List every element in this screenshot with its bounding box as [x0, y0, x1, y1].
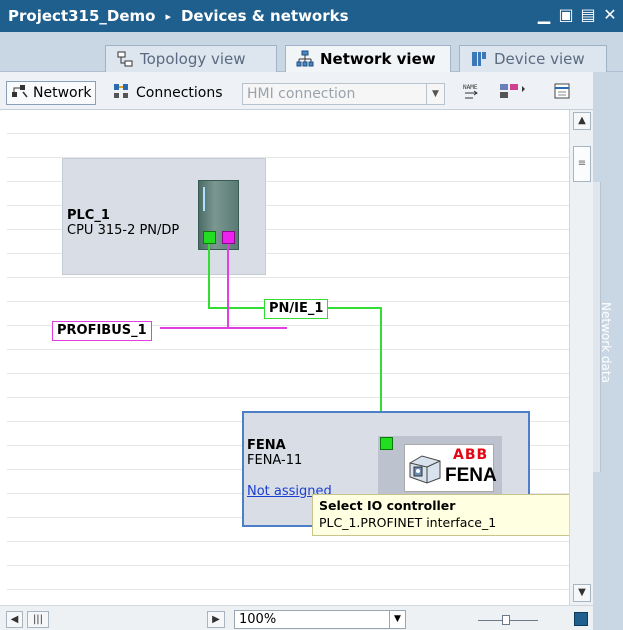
io-controller-tooltip: Select IO controller PLC_1.PROFINET inte…	[312, 494, 593, 536]
name-address-button[interactable]: NAME	[461, 81, 481, 105]
window-controls: ▁ ▣ ▤ ✕	[535, 5, 619, 25]
profinet-label[interactable]: PN/IE_1	[264, 299, 329, 319]
connection-type-select[interactable]: HMI connection ▼	[242, 83, 445, 105]
connections-label: Connections	[136, 85, 223, 101]
tab-label: Topology view	[140, 50, 246, 68]
device-icon	[470, 50, 488, 68]
network-data-label[interactable]: Network data	[599, 302, 613, 383]
svg-text:NAME: NAME	[463, 84, 478, 91]
show-address-button[interactable]	[498, 81, 528, 105]
title-bar: Project315_Demo ▸ Devices & networks ▁ ▣…	[0, 0, 623, 32]
tab-label: Device view	[494, 50, 585, 68]
project-name: Project315_Demo	[8, 7, 156, 25]
vertical-scrollbar[interactable]: ▲ ≡ ▼	[569, 110, 593, 605]
fena-logo: ABB FENA	[404, 444, 497, 492]
fena-type: FENA-11	[247, 453, 303, 468]
network-overview-icon	[498, 81, 528, 105]
tooltip-value: PLC_1.PROFINET interface_1	[319, 515, 497, 530]
zoom-chevron-down-icon[interactable]: ▼	[389, 611, 405, 628]
scroll-thumb[interactable]: ≡	[573, 146, 591, 182]
maximize-icon[interactable]: ▤	[579, 5, 597, 25]
tab-label: Network view	[320, 50, 436, 68]
toolbar: Network Connections HMI connection ▼ NAM…	[0, 72, 623, 110]
zoom-select[interactable]: 100% ▼	[234, 610, 406, 629]
connection-type-value: HMI connection	[247, 86, 356, 102]
tooltip-title: Select IO controller	[319, 498, 456, 513]
close-icon[interactable]: ✕	[601, 5, 619, 25]
network-data-panel[interactable]: Network data	[593, 72, 623, 630]
chevron-down-icon[interactable]: ▼	[426, 84, 444, 104]
network-icon	[296, 50, 314, 68]
zoom-slider-knob[interactable]	[502, 615, 510, 625]
bottom-bar: ◀ ||| ▶ 100% ▼	[0, 605, 593, 630]
canvas-margin	[0, 110, 7, 605]
fena-device-text: FENA FENA-11	[247, 438, 302, 468]
tab-topology-view[interactable]: Topology view	[105, 45, 277, 72]
float-icon[interactable]: ▣	[557, 5, 575, 25]
scroll-left-icon[interactable]: ◀	[6, 611, 23, 628]
scroll-down-icon[interactable]: ▼	[573, 584, 591, 602]
tab-device-view[interactable]: Device view	[459, 45, 607, 72]
zoom-slider[interactable]	[478, 615, 538, 625]
network-mode-button[interactable]: Network	[6, 81, 97, 105]
minimize-icon[interactable]: ▁	[535, 5, 553, 25]
fena-port[interactable]	[380, 437, 393, 450]
network-mode-label: Network	[33, 85, 92, 101]
network-mode-icon	[11, 83, 29, 103]
view-tabs: Topology view Network view Device view	[0, 32, 623, 72]
profibus-label[interactable]: PROFIBUS_1	[52, 321, 152, 341]
scroll-right-icon[interactable]: ▶	[207, 611, 225, 628]
fena-name: FENA	[247, 438, 286, 453]
tab-network-view[interactable]: Network view	[285, 45, 451, 72]
zoom-value: 100%	[239, 612, 277, 627]
fena-module-icon	[409, 455, 441, 484]
page-layout-icon	[552, 81, 572, 105]
fena-logo-text: FENA	[445, 465, 497, 486]
topology-icon	[116, 50, 134, 68]
page-break-button[interactable]	[552, 81, 572, 105]
connections-icon	[112, 82, 130, 104]
horizontal-scroll-thumb[interactable]: |||	[27, 611, 49, 628]
connections-mode-button[interactable]: Connections	[112, 81, 223, 105]
abb-logo: ABB	[453, 447, 489, 463]
scroll-up-icon[interactable]: ▲	[573, 112, 591, 130]
breadcrumb-separator: ▸	[165, 9, 171, 23]
name-address-icon: NAME	[461, 81, 481, 105]
section-title: Devices & networks	[180, 7, 349, 25]
overview-navigation-icon[interactable]	[574, 612, 588, 626]
